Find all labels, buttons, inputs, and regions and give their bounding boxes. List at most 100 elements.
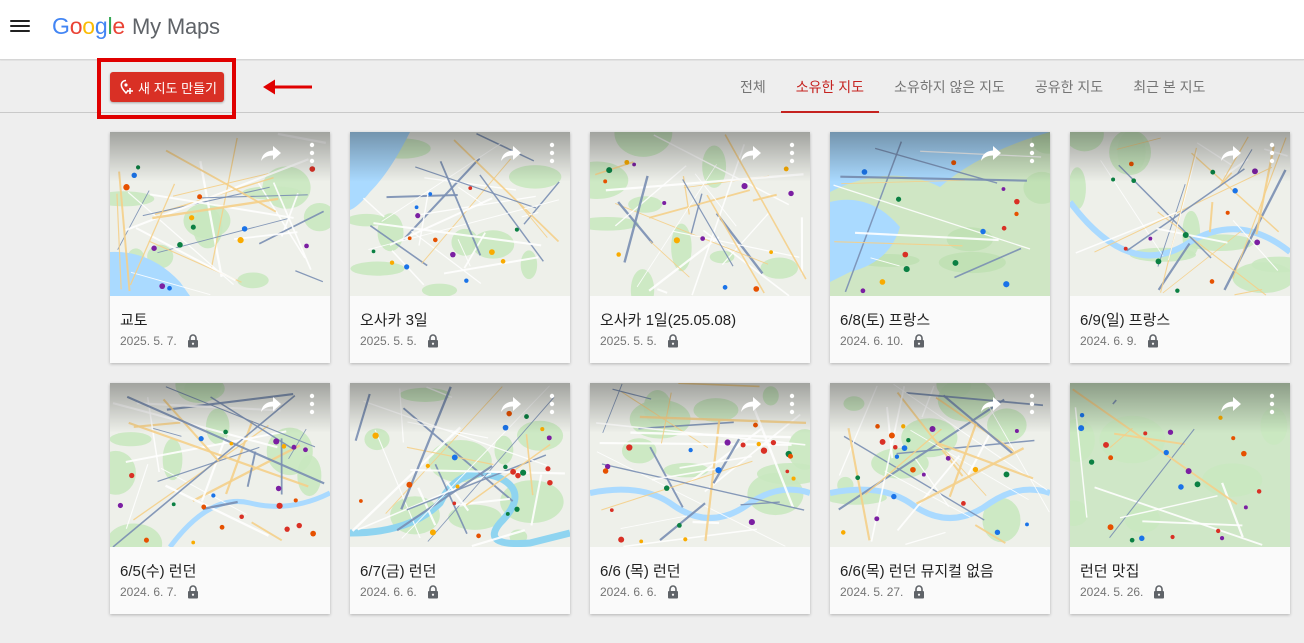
map-title[interactable]: 6/6(목) 런던 뮤지컬 없음 <box>840 560 994 581</box>
thumbnail-shade <box>830 132 1050 182</box>
create-new-map-button[interactable]: 새 지도 만들기 <box>110 72 224 102</box>
more-vert-icon[interactable] <box>1266 142 1278 164</box>
lock-icon <box>667 585 678 599</box>
share-icon[interactable] <box>980 144 1002 162</box>
map-thumbnail[interactable] <box>350 383 570 547</box>
thumbnail-shade <box>1070 383 1290 433</box>
map-card[interactable]: 런던 맛집 2024. 5. 26. <box>1070 383 1290 614</box>
brand-letter: o <box>69 13 83 39</box>
map-meta: 2024. 6. 6. <box>360 585 439 599</box>
thumbnail-shade <box>1070 132 1290 182</box>
thumbnail-shade <box>350 383 570 433</box>
thumbnail-shade <box>110 132 330 182</box>
more-vert-icon[interactable] <box>306 142 318 164</box>
map-card[interactable]: 교토 2025. 5. 7. <box>110 132 330 363</box>
more-vert-icon[interactable] <box>1266 393 1278 415</box>
map-meta: 2024. 6. 9. <box>1080 334 1159 348</box>
map-meta: 2024. 5. 26. <box>1080 585 1165 599</box>
map-title[interactable]: 오사카 1일(25.05.08) <box>600 309 736 330</box>
thumbnail-shade <box>350 132 570 182</box>
lock-icon <box>667 334 678 348</box>
map-date: 2025. 5. 5. <box>600 334 657 348</box>
map-date: 2024. 6. 9. <box>1080 334 1137 348</box>
map-date: 2025. 5. 5. <box>360 334 417 348</box>
more-vert-icon[interactable] <box>306 393 318 415</box>
map-title[interactable]: 6/9(일) 프랑스 <box>1080 309 1170 330</box>
more-vert-icon[interactable] <box>786 142 798 164</box>
map-card[interactable]: 6/6 (목) 런던 2024. 6. 6. <box>590 383 810 614</box>
map-card[interactable]: 오사카 1일(25.05.08) 2025. 5. 5. <box>590 132 810 363</box>
share-icon[interactable] <box>1220 144 1242 162</box>
map-title[interactable]: 런던 맛집 <box>1080 560 1139 581</box>
tab-recently-viewed[interactable]: 최근 본 지도 <box>1118 61 1220 112</box>
map-date: 2024. 5. 26. <box>1080 585 1144 599</box>
more-vert-icon[interactable] <box>1026 393 1038 415</box>
thumbnail-shade <box>590 383 810 433</box>
map-thumbnail[interactable] <box>110 132 330 296</box>
tab-all[interactable]: 전체 <box>725 61 781 112</box>
map-thumbnail[interactable] <box>1070 383 1290 547</box>
thumbnail-shade <box>110 383 330 433</box>
add-map-icon <box>120 79 133 95</box>
share-icon[interactable] <box>500 144 522 162</box>
lock-icon <box>1147 334 1158 348</box>
share-icon[interactable] <box>980 395 1002 413</box>
map-thumbnail[interactable] <box>350 132 570 296</box>
share-icon[interactable] <box>500 395 522 413</box>
map-thumbnail[interactable] <box>1070 132 1290 296</box>
hamburger-menu-icon[interactable] <box>10 17 30 35</box>
lock-icon <box>914 334 925 348</box>
map-meta: 2025. 5. 5. <box>600 334 679 348</box>
lock-icon <box>914 585 925 599</box>
map-title[interactable]: 교토 <box>120 309 148 330</box>
map-title[interactable]: 6/8(토) 프랑스 <box>840 309 930 330</box>
thumbnail-shade <box>830 383 1050 433</box>
brand-letter: e <box>112 13 125 39</box>
map-meta: 2025. 5. 5. <box>360 334 439 348</box>
map-meta: 2025. 5. 7. <box>120 334 199 348</box>
map-card[interactable]: 6/8(토) 프랑스 2024. 6. 10. <box>830 132 1050 363</box>
map-card[interactable]: 6/6(목) 런던 뮤지컬 없음 2024. 5. 27. <box>830 383 1050 614</box>
brand-letter: G <box>52 13 70 39</box>
more-vert-icon[interactable] <box>546 142 558 164</box>
more-vert-icon[interactable] <box>1026 142 1038 164</box>
map-title[interactable]: 6/6 (목) 런던 <box>600 560 681 581</box>
map-date: 2024. 6. 6. <box>600 585 657 599</box>
more-vert-icon[interactable] <box>546 393 558 415</box>
app-logo[interactable]: Google My Maps <box>52 13 220 40</box>
tab-owned[interactable]: 소유한 지도 <box>780 61 880 113</box>
map-thumbnail[interactable] <box>830 132 1050 296</box>
share-icon[interactable] <box>740 395 762 413</box>
top-app-bar: Google My Maps <box>0 0 1304 60</box>
map-thumbnail[interactable] <box>590 383 810 547</box>
share-icon[interactable] <box>1220 395 1242 413</box>
lock-icon <box>187 334 198 348</box>
more-vert-icon[interactable] <box>786 393 798 415</box>
map-card[interactable]: 6/5(수) 런던 2024. 6. 7. <box>110 383 330 614</box>
product-name: My Maps <box>132 14 220 39</box>
share-icon[interactable] <box>260 395 282 413</box>
map-thumbnail[interactable] <box>110 383 330 547</box>
map-meta: 2024. 6. 6. <box>600 585 679 599</box>
tab-shared[interactable]: 공유한 지도 <box>1020 61 1118 112</box>
map-card[interactable]: 오사카 3일 2025. 5. 5. <box>350 132 570 363</box>
tab-not-owned[interactable]: 소유하지 않은 지도 <box>879 61 1020 112</box>
map-thumbnail[interactable] <box>830 383 1050 547</box>
map-date: 2024. 6. 7. <box>120 585 177 599</box>
map-filter-tabs: 전체 소유한 지도 소유하지 않은 지도 공유한 지도 최근 본 지도 <box>725 61 1220 113</box>
map-card[interactable]: 6/9(일) 프랑스 2024. 6. 9. <box>1070 132 1290 363</box>
map-title[interactable]: 오사카 3일 <box>360 309 428 330</box>
map-date: 2024. 6. 6. <box>360 585 417 599</box>
share-icon[interactable] <box>740 144 762 162</box>
map-title[interactable]: 6/5(수) 런던 <box>120 560 196 581</box>
brand-letter: o <box>82 13 95 39</box>
map-card[interactable]: 6/7(금) 런던 2024. 6. 6. <box>350 383 570 614</box>
share-icon[interactable] <box>260 144 282 162</box>
map-meta: 2024. 6. 7. <box>120 585 199 599</box>
map-title[interactable]: 6/7(금) 런던 <box>360 560 436 581</box>
lock-icon <box>187 585 198 599</box>
map-date: 2025. 5. 7. <box>120 334 177 348</box>
create-new-map-label: 새 지도 만들기 <box>138 80 217 96</box>
map-thumbnail[interactable] <box>590 132 810 296</box>
map-date: 2024. 6. 10. <box>840 334 904 348</box>
